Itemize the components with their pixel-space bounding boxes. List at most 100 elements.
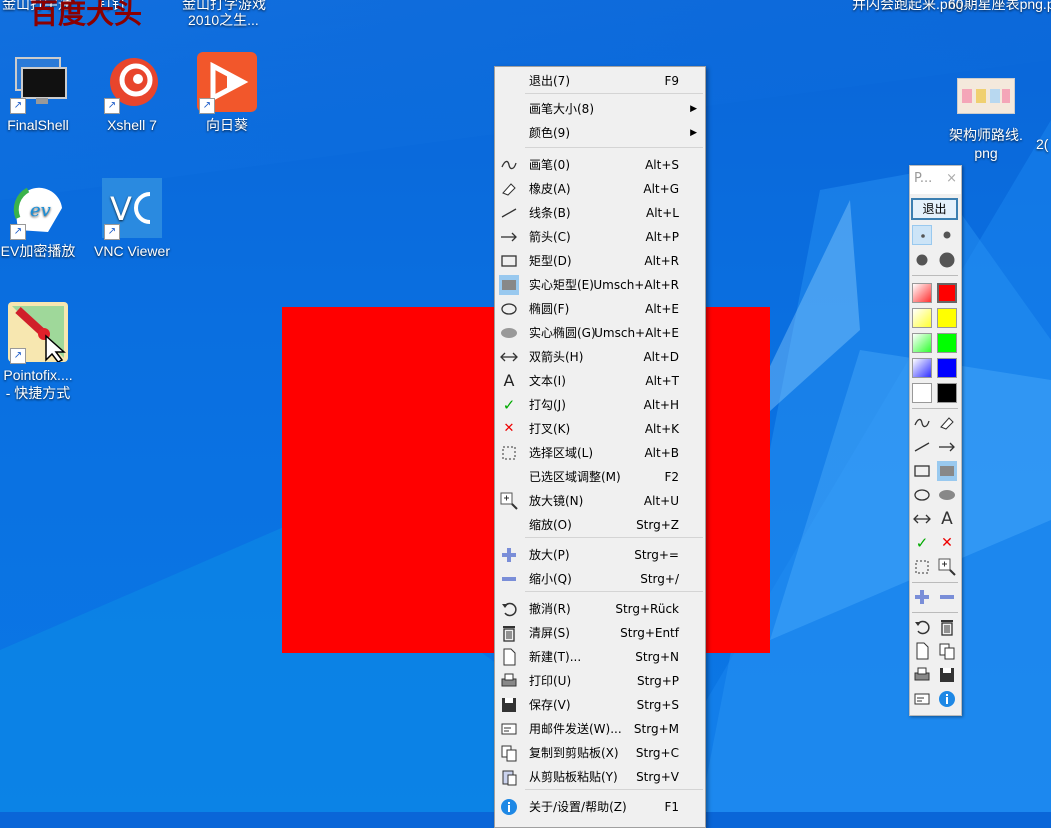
menu-item[interactable]: 矩型(D) Alt+R [497,249,703,273]
menu-item-label: 关于/设置/帮助(Z) [529,800,627,814]
line-icon[interactable] [912,437,932,457]
desktop-icon-vnc[interactable]: V ↗ VNC Viewer [84,178,180,260]
cross-icon[interactable]: ✕ [937,533,957,553]
menu-item[interactable]: 实心椭圆(G) Umsch+Alt+E [497,321,703,345]
pen-size-2-button[interactable] [937,225,957,245]
menu-item[interactable]: 新建(T)... Strg+N [497,645,703,669]
menu-item[interactable]: 打印(U) Strg+P [497,669,703,693]
save-icon[interactable] [937,665,957,685]
info-icon[interactable] [937,689,957,709]
text-icon[interactable]: A [937,509,957,529]
menu-item[interactable]: 撤消(R) Strg+Rück [497,597,703,621]
menu-item[interactable]: 放大(P) Strg+= [497,543,703,567]
desktop-icon-xshell[interactable]: ↗ Xshell 7 [84,52,180,134]
rectangle-icon[interactable] [912,461,932,481]
menu-item[interactable]: 关于/设置/帮助(Z) F1 [497,795,703,819]
desktop-icon-finalshell[interactable]: ↗ FinalShell [0,52,86,134]
plus-icon[interactable] [912,587,932,607]
pen-size-3-button[interactable] [912,250,932,270]
desktop-icon-sunlogin[interactable]: ↗ 向日葵 [179,52,275,134]
eraser-icon [499,179,519,199]
menu-item-label: 打勾(J) [529,398,566,412]
icon-label: Pointofix.... [3,367,73,383]
paste-icon [499,767,519,787]
menu-item-label: 保存(V) [529,698,571,712]
pen-size-4-button[interactable] [937,250,957,270]
ellipse-icon[interactable] [912,485,932,505]
color-white-swatch[interactable] [912,383,932,403]
menu-item[interactable]: 复制到剪贴板(X) Strg+C [497,741,703,765]
menu-item[interactable]: 保存(V) Strg+S [497,693,703,717]
double-arrow-icon[interactable] [912,509,932,529]
color-black-swatch[interactable] [937,383,957,403]
color-blue-swatch[interactable] [937,358,957,378]
menu-item-shortcut: Strg+= [634,548,679,562]
menu-item[interactable]: 画笔(0) Alt+S [497,153,703,177]
menu-item[interactable]: 从剪贴板粘贴(Y) Strg+V [497,765,703,789]
menu-item[interactable]: 椭圆(F) Alt+E [497,297,703,321]
magnifier-icon[interactable] [937,557,957,577]
filled-rectangle-icon[interactable] [937,461,957,481]
menu-item[interactable]: 退出(7) F9 [497,69,703,93]
printer-icon[interactable] [912,665,932,685]
mail-icon[interactable] [912,689,932,709]
menu-item[interactable]: 实心矩型(E) Umsch+Alt+R [497,273,703,297]
undo-icon[interactable] [912,617,932,637]
pen-size-1-button[interactable] [912,225,932,245]
desktop-icon-architect-png[interactable]: 架构师路线. png [938,74,1034,162]
menu-item-shortcut: Alt+G [643,182,679,196]
menu-item[interactable]: 用邮件发送(W)... Strg+M [497,717,703,741]
pen-icon[interactable] [912,413,932,433]
menu-item-shortcut: Strg+V [636,770,679,784]
checkmark-icon[interactable]: ✓ [912,533,932,553]
desktop-label-top-6[interactable]: 井闪会跑起来.png [852,0,963,14]
menu-item[interactable]: ✕ 打叉(K) Alt+K [497,417,703,441]
eraser-icon[interactable] [937,413,957,433]
trash-icon[interactable] [937,617,957,637]
new-file-icon[interactable] [912,641,932,661]
menu-item[interactable]: 放大镜(N) Alt+U [497,489,703,513]
copy-icon[interactable] [937,641,957,661]
minus-icon[interactable] [937,587,957,607]
desktop-label-top-3[interactable]: 百度大头 [30,0,142,32]
color-blue-light-swatch[interactable] [912,358,932,378]
desktop-label-top-5[interactable]: 2010之生... [188,10,259,30]
menu-item[interactable]: 画笔大小(8) ▶ [497,97,703,121]
pointofix-context-menu: 退出(7) F9 画笔大小(8) ▶ 颜色(9) ▶ 画笔(0) Alt+S 橡皮(A) Alt+… [494,66,706,828]
menu-item[interactable]: 选择区域(L) Alt+B [497,441,703,465]
close-icon[interactable]: × [946,171,957,186]
color-green-swatch[interactable] [937,333,957,353]
menu-item[interactable]: 缩小(Q) Strg+/ [497,567,703,591]
menu-item[interactable]: 清屏(S) Strg+Entf [497,621,703,645]
palette-title: P... [914,171,933,186]
menu-item[interactable]: 双箭头(H) Alt+D [497,345,703,369]
arrow-icon[interactable] [937,437,957,457]
select-area-icon[interactable] [912,557,932,577]
menu-item[interactable]: 颜色(9) ▶ [497,121,703,145]
menu-item[interactable]: 缩放(O) Strg+Z [497,513,703,537]
palette-titlebar[interactable]: P... × [910,166,961,194]
menu-item-label: 椭圆(F) [529,302,570,316]
exit-button[interactable]: 退出 [911,198,958,220]
menu-item[interactable]: 橡皮(A) Alt+G [497,177,703,201]
menu-item-label: 撤消(R) [529,602,571,616]
menu-item[interactable]: ✓ 打勾(J) Alt+H [497,393,703,417]
desktop-label-top-7[interactable]: 60期星座表png.png [948,0,1051,14]
menu-item-label: 复制到剪贴板(X) [529,746,619,760]
menu-item[interactable]: 线条(B) Alt+L [497,201,703,225]
menu-item[interactable]: 已选区域调整(M) F2 [497,465,703,489]
menu-item-label: 已选区域调整(M) [529,470,621,484]
desktop-icon-pointofix[interactable]: ↗ Pointofix.... - 快捷方式 [0,302,86,402]
desktop-icon-ev[interactable]: ev ↗ EV加密播放 [0,178,86,260]
filled-ellipse-icon[interactable] [937,485,957,505]
menu-item-shortcut: Strg+/ [640,572,679,586]
menu-item[interactable]: A 文本(I) Alt+T [497,369,703,393]
color-yellow-swatch[interactable] [937,308,957,328]
menu-item[interactable]: 箭头(C) Alt+P [497,225,703,249]
desktop-label-partial[interactable]: 2( [1036,136,1048,152]
color-red-swatch[interactable] [937,283,957,303]
color-green-light-swatch[interactable] [912,333,932,353]
color-red-light-swatch[interactable] [912,283,932,303]
color-yellow-light-swatch[interactable] [912,308,932,328]
menu-item-shortcut: Strg+Entf [620,626,679,640]
